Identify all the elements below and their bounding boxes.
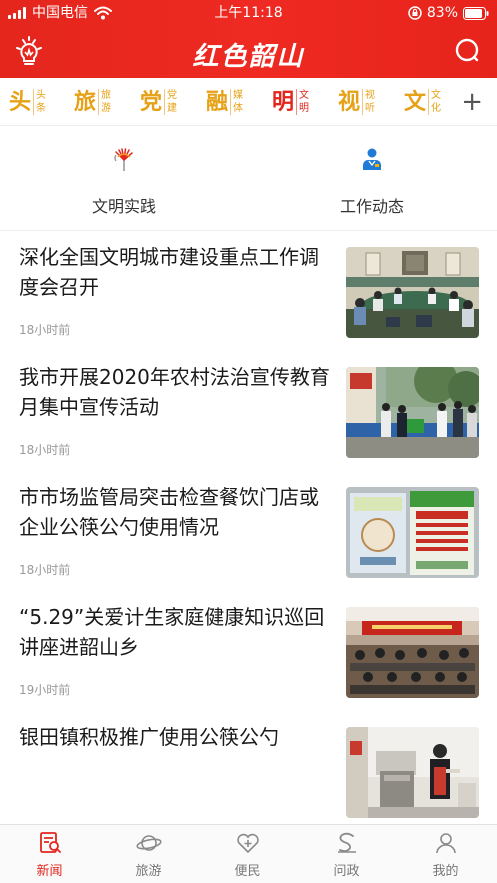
lecture-hall-image (346, 607, 479, 698)
tab-label: 便民 (234, 864, 261, 879)
channel-tab[interactable]: 头 头条 (9, 86, 46, 118)
channel-big-char: 明 (272, 89, 295, 115)
channel-big-char: 旅 (74, 89, 97, 115)
status-bar: 中国电信 上午11:18 83% (0, 0, 497, 26)
channel-tab[interactable]: 旅 旅游 (74, 86, 111, 118)
tab-profile[interactable]: 我的 (396, 825, 495, 883)
channel-big-char: 党 (140, 89, 163, 115)
outdoor-event-image (346, 367, 479, 458)
news-title: 深化全国文明城市建设重点工作调度会召开 (19, 245, 319, 299)
tab-label: 我的 (432, 864, 459, 879)
bottom-tab-bar: 新闻 旅游 便民 问政 我的 (0, 824, 497, 883)
channel-tab-active[interactable]: 明 文明 (272, 86, 309, 118)
sub-section-civilization-practice[interactable]: 文明实践 (0, 127, 248, 231)
sub-section-label: 文明实践 (91, 197, 156, 216)
rotation-lock-icon (408, 6, 422, 20)
channel-small-label: 头条 (33, 89, 46, 115)
user-icon (436, 833, 456, 854)
news-item[interactable]: 深化全国文明城市建设重点工作调度会召开 18小时前 (0, 232, 497, 352)
tab-inquiry[interactable]: 问政 (297, 825, 396, 883)
status-right: 83% (408, 4, 489, 22)
channel-tab[interactable]: 视 视听 (338, 86, 375, 118)
meeting-room-image (346, 247, 479, 338)
channel-small-label: 党建 (164, 89, 177, 115)
torch-icon (114, 148, 133, 171)
news-thumbnail[interactable] (346, 247, 479, 338)
news-time: 18小时前 (19, 443, 71, 457)
news-item[interactable]: “5.29”关爱计生家庭健康知识巡回讲座进韶山乡 19小时前 (0, 592, 497, 712)
heart-plus-icon (237, 833, 259, 854)
search-icon[interactable] (453, 36, 483, 66)
planet-icon (136, 835, 162, 851)
tab-convenience[interactable]: 便民 (198, 825, 297, 883)
news-item[interactable]: 银田镇积极推广使用公筷公勺 (0, 712, 497, 832)
channel-tab[interactable]: 融 媒体 (206, 86, 243, 118)
news-title: “5.29”关爱计生家庭健康知识巡回讲座进韶山乡 (19, 605, 325, 659)
battery-percent: 83% (426, 5, 458, 21)
news-title: 我市开展2020年农村法治宣传教育月集中宣传活动 (19, 365, 330, 419)
news-time: 19小时前 (19, 683, 71, 697)
channel-small-label: 媒体 (230, 89, 243, 115)
channel-small-label: 视听 (362, 89, 375, 115)
channel-big-char: 视 (338, 89, 361, 115)
sub-section-work-updates[interactable]: 工作动态 (248, 127, 496, 231)
news-thumbnail[interactable] (346, 367, 479, 458)
news-title: 市市场监管局突击检查餐饮门店或企业公筷公勺使用情况 (19, 485, 319, 539)
channel-small-label: 旅游 (98, 89, 111, 115)
tab-travel[interactable]: 旅游 (99, 825, 198, 883)
channel-tabs: 头 头条 旅 旅游 党 党建 融 媒体 明 文明 视 视听 文 文化 + (0, 78, 497, 126)
poster-image (346, 487, 479, 578)
news-thumbnail[interactable] (346, 487, 479, 578)
tab-label: 问政 (333, 864, 360, 879)
sub-section-bar: 文明实践 工作动态 (0, 127, 497, 231)
news-icon (40, 832, 61, 853)
news-item[interactable]: 我市开展2020年农村法治宣传教育月集中宣传活动 18小时前 (0, 352, 497, 472)
channel-small-label: 文化 (428, 89, 441, 115)
news-time: 18小时前 (19, 323, 71, 337)
person-icon (363, 148, 381, 170)
news-thumbnail[interactable] (346, 727, 479, 818)
channel-big-char: 文 (404, 89, 427, 115)
tab-news[interactable]: 新闻 (0, 825, 99, 883)
sub-section-label: 工作动态 (339, 197, 404, 216)
kitchen-image (346, 727, 479, 818)
channel-big-char: 头 (9, 89, 32, 115)
title-bar: 红色韶山 (0, 26, 497, 78)
news-time: 18小时前 (19, 563, 71, 577)
news-title: 银田镇积极推广使用公筷公勺 (19, 725, 279, 749)
channel-small-label: 文明 (296, 89, 309, 115)
question-s-icon (338, 832, 356, 853)
news-thumbnail[interactable] (346, 607, 479, 698)
app-logo: 红色韶山 (192, 42, 305, 72)
channel-big-char: 融 (206, 89, 229, 115)
channel-tab[interactable]: 党 党建 (140, 86, 177, 118)
tab-label: 新闻 (36, 864, 63, 879)
news-item[interactable]: 市市场监管局突击检查餐饮门店或企业公筷公勺使用情况 18小时前 (0, 472, 497, 592)
channel-tab[interactable]: 文 文化 (404, 86, 441, 118)
battery-icon (463, 6, 489, 20)
add-channel-button[interactable]: + (461, 88, 483, 116)
app-header: 中国电信 上午11:18 83% 红色韶山 (0, 0, 497, 78)
tab-label: 旅游 (135, 864, 162, 879)
